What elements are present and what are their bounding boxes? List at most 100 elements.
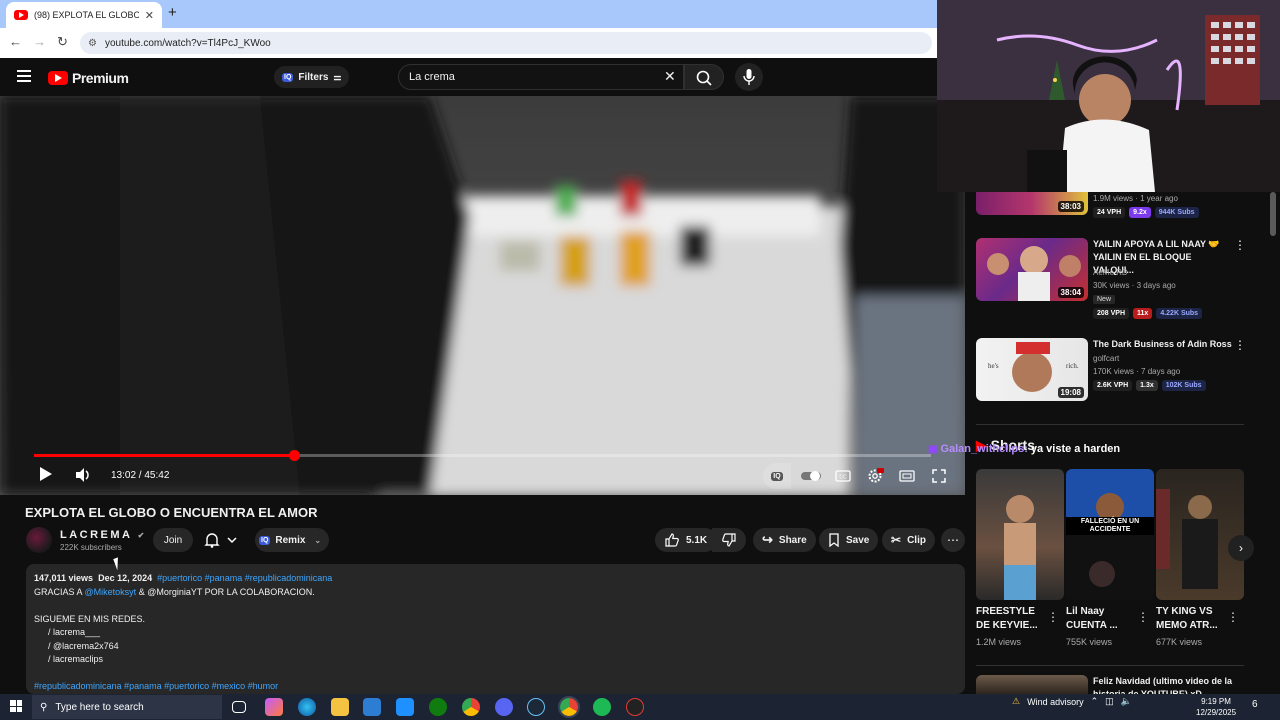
obs-icon[interactable] (626, 698, 644, 716)
new-tab-button[interactable]: + (168, 4, 177, 21)
short-title[interactable]: TY KING VS MEMO ATR... (1156, 605, 1230, 633)
more-options-icon[interactable]: ⋮ (1047, 610, 1059, 624)
recommended-video[interactable]: 38:04 YAILIN APOYA A LIL NAAY 🤝 YAILIN E… (976, 238, 1266, 319)
mention-link[interactable]: @Miketoksyt (85, 587, 137, 597)
volume-icon[interactable]: 🔈 (1121, 696, 1132, 707)
short-title[interactable]: Lil Naay CUENTA ... (1066, 605, 1140, 633)
hashtags-top[interactable]: #puertorico #panama #republicadominicana (157, 573, 332, 583)
copilot-icon[interactable] (265, 698, 283, 716)
short-thumbnail[interactable] (976, 469, 1064, 600)
mail-icon[interactable] (396, 698, 414, 716)
reload-icon[interactable]: ↻ (57, 34, 68, 50)
social-link-3[interactable]: / lacremaclips (34, 653, 957, 667)
file-explorer-icon[interactable] (331, 698, 349, 716)
store-icon[interactable] (363, 698, 381, 716)
short-thumbnail[interactable]: FALLECIÓ EN UN ACCIDENTE (1066, 469, 1154, 600)
tab-close-icon[interactable]: ✕ (145, 9, 154, 22)
forward-icon[interactable]: → (33, 34, 46, 49)
more-options-icon[interactable]: ⋮ (1234, 238, 1246, 252)
webcam-image (937, 0, 1280, 192)
taskbar-clock[interactable]: 9:19 PM 12/29/2025 (1196, 696, 1236, 718)
subs-badge: 102K Subs (1161, 380, 1206, 391)
more-options-icon[interactable]: ⋮ (1137, 610, 1149, 624)
description-box[interactable]: 147,011 views Dec 12, 2024 #puertorico #… (26, 564, 965, 694)
play-icon[interactable] (40, 467, 52, 481)
remix-button[interactable]: IQ Remix ⌄ (255, 528, 330, 552)
taskbar-search[interactable]: ⚲ Type here to search (32, 695, 222, 719)
search-input[interactable]: La crema (398, 64, 684, 90)
notification-center-icon[interactable]: 6 (1252, 699, 1258, 710)
fullscreen-icon[interactable] (925, 463, 953, 489)
channel-name[interactable]: AeMe RD (1093, 268, 1128, 277)
youtube-logo[interactable]: Premium (48, 70, 129, 86)
site-settings-icon[interactable]: ⚙ (88, 38, 97, 49)
video-thumbnail[interactable] (976, 675, 1088, 695)
spotify-icon[interactable] (593, 698, 611, 716)
discord-icon[interactable] (495, 698, 513, 716)
notification-bell-button[interactable] (198, 528, 246, 552)
chevron-right-icon[interactable]: › (1228, 535, 1254, 561)
video-frame-image (0, 96, 965, 495)
task-view-icon[interactable] (232, 701, 246, 713)
autoplay-toggle[interactable] (797, 463, 825, 489)
filters-button[interactable]: IQ Filters ⚌ (274, 66, 350, 88)
share-button[interactable]: ↪ Share (753, 528, 816, 552)
iq-badge-icon: IQ (282, 72, 294, 82)
video-title[interactable]: The Dark Business of Adin Ross (1093, 338, 1233, 351)
volume-icon[interactable] (74, 467, 92, 483)
xbox-icon[interactable] (429, 698, 447, 716)
voice-search-button[interactable] (735, 63, 763, 91)
video-title[interactable]: Feliz Navidad (ultimo video de la histor… (1093, 675, 1233, 694)
browser-tab[interactable]: (98) EXPLOTA EL GLOBO O E ✕ (6, 2, 162, 28)
short-title[interactable]: FREESTYLE DE KEYVIE... (976, 605, 1050, 633)
edge-icon[interactable] (298, 698, 316, 716)
more-actions-icon[interactable]: ⋯ (941, 528, 965, 552)
chevron-down-icon: ⌄ (314, 535, 322, 545)
save-label: Save (846, 534, 870, 546)
search-icon: ⚲ (40, 701, 48, 713)
short-thumbnail[interactable] (1156, 469, 1244, 600)
theater-mode-icon[interactable] (893, 463, 921, 489)
dislike-button[interactable] (712, 528, 746, 552)
youtube-play-logo-icon (48, 71, 68, 85)
save-button[interactable]: Save (819, 528, 879, 552)
like-button[interactable]: 5.1K (655, 528, 718, 552)
social-link-2[interactable]: / @lacrema2x764 (34, 640, 957, 654)
clip-button[interactable]: ✂ Clip (882, 528, 935, 552)
steam-icon[interactable] (527, 698, 545, 716)
chrome-icon[interactable] (462, 698, 480, 716)
url-field[interactable]: ⚙ youtube.com/watch?v=Tl4PcJ_KWoo (80, 32, 932, 54)
hashtags-bottom[interactable]: #republicadominicana #panama #puertorico… (34, 680, 957, 694)
windows-start-icon[interactable] (10, 700, 22, 712)
vph-badge: 2.6K VPH (1093, 380, 1133, 391)
search-button[interactable] (684, 64, 724, 90)
svg-text:CC: CC (839, 475, 847, 481)
clear-search-icon[interactable]: ✕ (664, 68, 676, 85)
menu-icon[interactable] (17, 70, 31, 82)
sidebar-scrollbar[interactable] (1270, 192, 1276, 236)
chrome-active-icon[interactable] (558, 696, 580, 718)
video-thumbnail[interactable]: 38:04 (976, 238, 1088, 301)
more-options-icon[interactable]: ⋮ (1227, 610, 1239, 624)
social-link-1[interactable]: / lacrema___ (34, 626, 957, 640)
channel-name[interactable]: golfcart (1093, 354, 1119, 363)
channel-name[interactable]: LACREMA ✔ (60, 529, 144, 541)
logo-text: Premium (72, 70, 129, 86)
short-views: 1.2M views (976, 637, 1022, 647)
upload-date: Dec 12, 2024 (98, 573, 153, 583)
recommended-video[interactable]: he's rich. 19:08 The Dark Business of Adi… (976, 338, 1266, 408)
tray-chevron-icon[interactable]: ⌃ (1091, 696, 1099, 707)
settings-gear-icon[interactable] (861, 463, 889, 489)
description-line-1: GRACIAS A @Miketoksyt & @MorginiaYT POR … (34, 586, 957, 600)
taskbar-search-placeholder: Type here to search (55, 701, 144, 713)
join-button[interactable]: Join (153, 528, 193, 552)
network-icon[interactable]: ◫ (1105, 696, 1114, 707)
back-icon[interactable]: ← (9, 34, 22, 49)
more-options-icon[interactable]: ⋮ (1234, 338, 1246, 352)
captions-icon[interactable]: CC (829, 463, 857, 489)
weather-text[interactable]: Wind advisory (1027, 697, 1084, 707)
iq-player-icon[interactable]: IQ (763, 463, 791, 489)
channel-avatar[interactable] (26, 527, 52, 553)
video-player[interactable] (0, 96, 965, 495)
video-thumbnail[interactable]: he's rich. 19:08 (976, 338, 1088, 401)
